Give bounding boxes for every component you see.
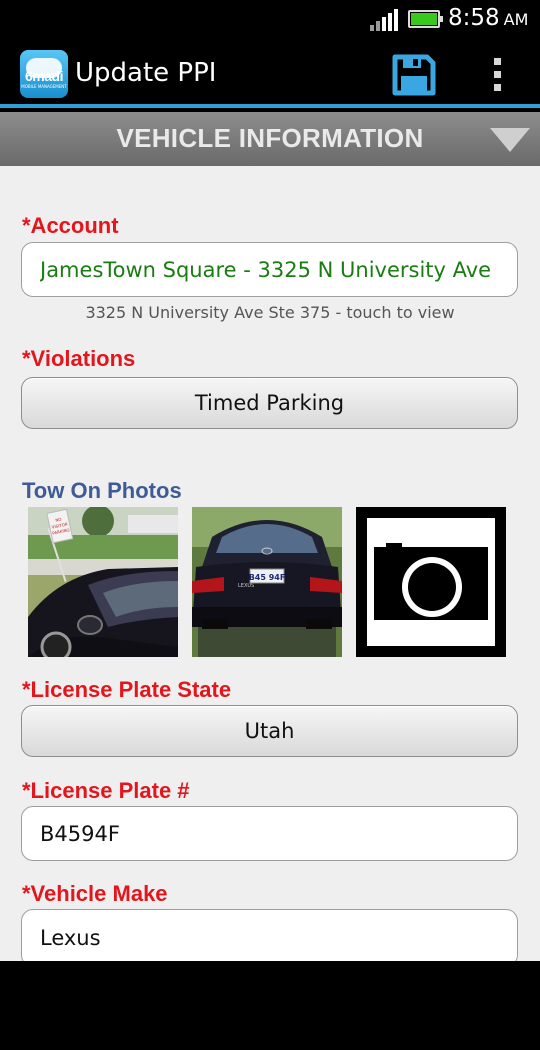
camera-icon — [367, 518, 495, 646]
account-value: JamesTown Square - 3325 N University Ave — [40, 257, 492, 282]
make-label: *Vehicle Make — [22, 881, 168, 906]
logo-subtext: MOBILE MANAGEMENT — [21, 84, 67, 89]
signal-icon — [370, 9, 400, 31]
app-logo[interactable]: 6madi MOBILE MANAGEMENT — [20, 50, 68, 98]
violations-label: *Violations — [22, 346, 136, 371]
plate-state-label: *License Plate State — [22, 677, 232, 702]
make-value: Lexus — [40, 926, 101, 950]
plate-number-label: *License Plate # — [22, 778, 190, 803]
page-title: Update PPI — [75, 58, 217, 88]
photo-image-1: NO VISITOR PARKING — [28, 507, 178, 657]
section-title: VEHICLE INFORMATION — [116, 123, 424, 153]
add-photo-button[interactable] — [356, 507, 506, 657]
overflow-menu-button[interactable] — [490, 56, 506, 94]
car-badge: LEXUS — [238, 583, 254, 589]
navigation-bar — [0, 961, 540, 1050]
status-clock: 8:58 AM — [448, 5, 528, 31]
action-bar: 6madi MOBILE MANAGEMENT Update PPI — [0, 38, 540, 108]
status-bar: 8:58 AM — [0, 0, 540, 38]
form-content: *Account JamesTown Square - 3325 N Unive… — [0, 166, 540, 961]
logo-text: 6madi — [25, 68, 63, 84]
save-icon — [392, 54, 436, 96]
photo-thumbnail-1[interactable]: NO VISITOR PARKING — [28, 507, 178, 657]
battery-icon — [408, 10, 443, 28]
save-button[interactable] — [392, 54, 436, 96]
photo-thumbnail-2[interactable]: LEXUS B45 94F — [192, 507, 342, 657]
make-field[interactable]: Lexus — [21, 909, 518, 961]
section-header[interactable]: VEHICLE INFORMATION — [0, 112, 540, 166]
photo-image-2: LEXUS B45 94F — [192, 507, 342, 657]
photos-label: Tow On Photos — [22, 478, 182, 503]
plate-number-value: B4594F — [40, 821, 120, 846]
account-hint[interactable]: 3325 N University Ave Ste 375 - touch to… — [0, 303, 540, 322]
violations-value: Timed Parking — [194, 391, 345, 415]
clock-ampm: AM — [503, 10, 529, 29]
clock-time: 8:58 — [448, 5, 500, 31]
account-label: *Account — [22, 213, 119, 238]
plate-state-value: Utah — [244, 719, 295, 743]
plate-text: B45 94F — [249, 573, 286, 582]
plate-state-select[interactable]: Utah — [21, 705, 518, 757]
account-field[interactable]: JamesTown Square - 3325 N University Ave — [21, 242, 518, 297]
dropdown-triangle-icon — [490, 128, 530, 152]
plate-number-field[interactable]: B4594F — [21, 806, 518, 861]
violations-select[interactable]: Timed Parking — [21, 377, 518, 429]
